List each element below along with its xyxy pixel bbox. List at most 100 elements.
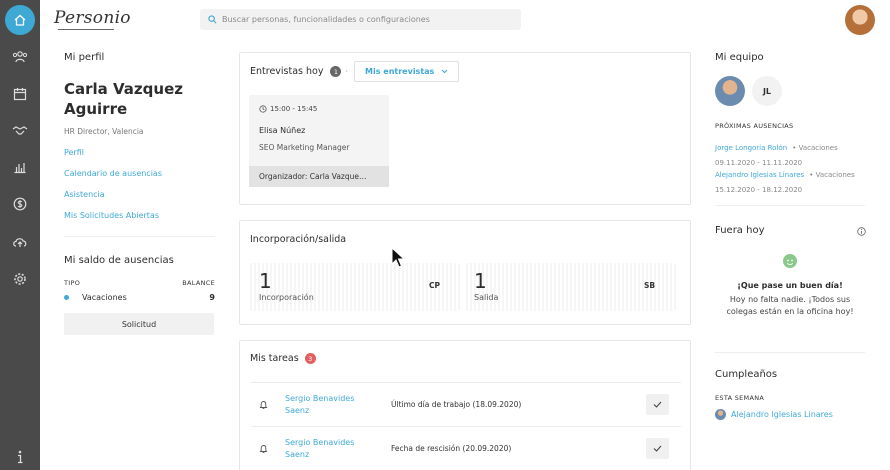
tasks-title: Mis tareas xyxy=(250,353,299,364)
info-icon xyxy=(18,450,23,464)
task-description: Fecha de rescisión (20.09.2020) xyxy=(391,444,512,453)
absence-balance-panel: Mi saldo de ausencias TIPO BALANCE Vacac… xyxy=(64,255,215,335)
out-today-title: Fuera hoy xyxy=(715,225,765,236)
vacation-dot xyxy=(64,295,69,300)
interview-candidate: Elisa Núñez xyxy=(259,126,306,135)
interview-time: 15:00 - 15:45 xyxy=(270,105,318,113)
birthdays-week-label: ESTA SEMANA xyxy=(715,394,765,402)
profile-panel: Mi perfil Carla Vazquez Aguirre HR Direc… xyxy=(64,52,215,220)
task-person-link[interactable]: Sergio Benavides Saenz xyxy=(285,393,375,417)
balance-value: 9 xyxy=(209,293,215,302)
clock-icon xyxy=(259,105,267,113)
interviews-filter-dropdown[interactable]: Mis entrevistas xyxy=(354,61,460,82)
home-nav-item[interactable] xyxy=(0,3,40,37)
payroll-nav-item[interactable] xyxy=(0,187,40,221)
offboarding-label: Salida xyxy=(474,293,499,302)
calendar-icon xyxy=(13,88,27,101)
people-icon xyxy=(12,51,28,63)
interview-time-row: 15:00 - 15:45 xyxy=(259,105,317,113)
onboarding-title: Incorporación/salida xyxy=(250,234,347,245)
request-button[interactable]: Solicitud xyxy=(64,313,214,335)
interview-card[interactable]: 15:00 - 15:45 Elisa Núñez SEO Marketing … xyxy=(249,95,389,187)
out-today-body-line2: colegas están en la oficina hoy! xyxy=(726,307,854,316)
open-requests-link[interactable]: Mis Solicitudes Abiertas xyxy=(64,211,215,220)
chevron-down-icon xyxy=(441,69,448,74)
balance-row-type: Vacaciones xyxy=(64,293,127,302)
info-circle-icon[interactable] xyxy=(857,227,866,236)
balance-title: Mi saldo de ausencias xyxy=(64,255,174,266)
profile-divider xyxy=(64,236,215,237)
team-title: Mi equipo xyxy=(715,52,764,63)
absence-entry: Alejandro Iglesias Linares • Vacaciones … xyxy=(715,166,880,196)
interviews-count-badge: 1 xyxy=(330,66,342,77)
onboarding-stat-box[interactable]: 1 Incorporación CP xyxy=(250,263,460,311)
balance-col-type: TIPO xyxy=(64,279,81,287)
tasks-count-badge: 3 xyxy=(304,353,316,364)
analytics-nav-item[interactable] xyxy=(0,150,40,184)
interview-organizer: Organizador: Carla Vazque… xyxy=(249,166,389,187)
personio-logo[interactable]: Personio xyxy=(54,8,131,28)
check-icon xyxy=(653,445,662,452)
profile-role: HR Director, Valencia xyxy=(64,127,144,136)
team-divider xyxy=(715,205,865,206)
absence-dates: 15.12.2020 - 18.12.2020 xyxy=(715,186,803,194)
birthday-person-link[interactable]: Alejandro Iglesias Linares xyxy=(731,410,833,419)
task-description: Último día de trabajo (18.09.2020) xyxy=(391,400,522,409)
interview-position: SEO Marketing Manager xyxy=(259,143,350,152)
tasks-header: Mis tareas 3 xyxy=(250,353,316,364)
interviews-filter-label: Mis entrevistas xyxy=(365,67,435,76)
out-today-divider xyxy=(715,352,865,353)
absence-person-link[interactable]: Jorge Longoria Rolón xyxy=(715,144,787,152)
dollar-icon xyxy=(13,197,27,211)
help-nav-item[interactable] xyxy=(0,440,40,470)
attendance-link[interactable]: Asistencia xyxy=(64,190,215,199)
out-today-body-line1: Hoy no falta nadie. ¡Todos sus xyxy=(729,295,851,304)
birthdays-title: Cumpleaños xyxy=(715,369,778,380)
handshake-icon xyxy=(12,126,28,135)
recruiting-nav-item[interactable] xyxy=(0,113,40,147)
smiley-icon xyxy=(783,254,797,268)
interviews-header: Entrevistas hoy 1 · Mis entrevistas xyxy=(250,61,460,82)
check-icon xyxy=(653,401,662,408)
search-input[interactable] xyxy=(222,15,512,24)
profile-name: Carla Vazquez Aguirre xyxy=(64,79,215,119)
profile-name-line1: Carla Vazquez xyxy=(64,80,183,98)
home-icon xyxy=(14,14,26,26)
upcoming-absences-title: PRÓXIMAS AUSENCIAS xyxy=(715,122,794,130)
profile-link[interactable]: Perfil xyxy=(64,148,215,157)
out-today-headline: ¡Que pase un buen día! xyxy=(737,281,843,290)
team-member-avatar[interactable] xyxy=(715,76,745,106)
birthday-entry[interactable]: Alejandro Iglesias Linares xyxy=(715,409,833,420)
task-person-link[interactable]: Sergio Benavides Saenz xyxy=(285,437,375,461)
balance-col-balance: BALANCE xyxy=(182,279,215,287)
task-row[interactable]: Sergio Benavides Saenz Último día de tra… xyxy=(251,382,681,426)
absence-calendar-link[interactable]: Calendario de ausencias xyxy=(64,169,215,178)
search-bar[interactable] xyxy=(200,9,521,30)
balance-type-label: Vacaciones xyxy=(82,293,127,302)
settings-nav-item[interactable] xyxy=(0,262,40,296)
absence-type: • Vacaciones xyxy=(792,144,838,152)
offboarding-avatar-initials: SB xyxy=(644,281,656,290)
calendar-nav-item[interactable] xyxy=(0,77,40,111)
complete-task-button[interactable] xyxy=(646,438,669,459)
bell-icon xyxy=(259,444,268,453)
task-row[interactable]: Sergio Benavides Saenz Fecha de rescisió… xyxy=(251,426,681,470)
onboarding-count: 1 xyxy=(259,269,272,293)
people-nav-item[interactable] xyxy=(0,40,40,74)
interviews-separator: · xyxy=(345,67,349,76)
offboarding-stat-box[interactable]: 1 Salida SB xyxy=(466,263,676,311)
absence-entry: Jorge Longoria Rolón • Vacaciones 09.11.… xyxy=(715,139,875,169)
user-avatar[interactable] xyxy=(845,5,875,35)
team-member-initials[interactable]: JL xyxy=(752,76,782,106)
absence-type: • Vacaciones xyxy=(809,171,855,179)
complete-task-button[interactable] xyxy=(646,394,669,415)
mouse-cursor-icon xyxy=(391,247,405,268)
absence-person-link[interactable]: Alejandro Iglesias Linares xyxy=(715,171,804,179)
balance-table-header: TIPO BALANCE xyxy=(64,279,215,287)
upload-nav-item[interactable] xyxy=(0,225,40,259)
balance-row: Vacaciones 9 xyxy=(64,293,215,302)
cloud-upload-icon xyxy=(13,238,27,247)
gear-icon xyxy=(14,273,26,285)
profile-section-title: Mi perfil xyxy=(64,52,105,63)
profile-name-line2: Aguirre xyxy=(64,100,128,118)
